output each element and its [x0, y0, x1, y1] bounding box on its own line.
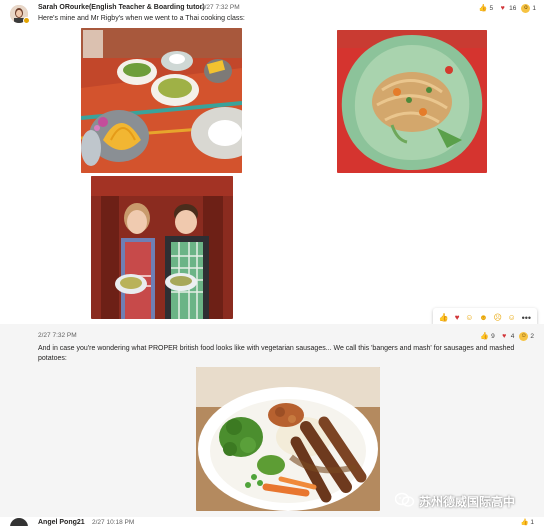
like-icon: 👍 [520, 519, 529, 526]
reaction-count: 16 [509, 5, 517, 12]
food-photo[interactable] [81, 28, 242, 173]
laugh-icon[interactable]: ☺ [465, 313, 473, 322]
message-text: Here's mine and Mr Rigby's when we went … [38, 15, 245, 22]
status-badge [23, 17, 30, 24]
couple-photo[interactable] [91, 176, 233, 319]
timestamp: 2/27 7:32 PM [201, 4, 240, 11]
reaction-count: 4 [510, 333, 515, 340]
reaction-like[interactable]: 👍 1 [520, 518, 534, 526]
more-options-icon[interactable]: ••• [522, 313, 531, 323]
heart-icon: ♥ [500, 5, 505, 12]
reaction-heart[interactable]: ♥ 4 [500, 332, 515, 341]
bangers-and-mash-photo[interactable] [196, 367, 380, 511]
reaction-count: 9 [491, 333, 495, 340]
avatar[interactable] [10, 518, 28, 526]
reaction-like[interactable]: 👍 5 [478, 4, 494, 13]
reaction-heart[interactable]: ♥ 16 [498, 4, 517, 13]
reaction-count: 2 [530, 333, 534, 340]
laugh-icon: ☺ [519, 332, 529, 341]
reaction-surprised[interactable]: o 1 [521, 4, 536, 13]
surprised-icon[interactable]: ☻ [479, 313, 487, 322]
message-text: And in case you're wondering what PROPER… [38, 345, 515, 362]
reaction-count: 1 [532, 5, 536, 12]
reaction-like[interactable]: 👍 9 [480, 332, 495, 341]
reaction-count: 1 [530, 519, 534, 526]
like-icon[interactable]: 👍 [439, 313, 449, 322]
watermark-text: 苏州德威国际高中 [419, 495, 516, 509]
timestamp: 2/27 10:18 PM [92, 519, 135, 526]
reaction-summary: 👍 5 ♥ 16 o 1 [479, 4, 536, 13]
timestamp: 2/27 7:32 PM [38, 332, 77, 339]
like-icon: 👍 [480, 333, 489, 340]
pad-thai-photo[interactable] [337, 30, 487, 173]
message-post-3: Angel Pong21 2/27 10:18 PM 👍 1 [0, 517, 544, 526]
wechat-icon [394, 492, 415, 511]
reaction-summary: 👍 9 ♥ 4 ☺ 2 [480, 332, 534, 341]
surprised-icon: o [521, 4, 531, 13]
watermark: 苏州德威国际高中 [394, 492, 516, 511]
sad-icon[interactable]: ☹ [493, 313, 501, 322]
author-name[interactable]: Sarah ORourke(English Teacher & Boarding… [38, 4, 205, 11]
heart-icon: ♥ [502, 333, 507, 340]
reaction-count: 5 [489, 5, 494, 12]
like-icon: 👍 [478, 5, 488, 12]
angry-icon[interactable]: ☺ [508, 313, 516, 322]
reaction-laugh[interactable]: ☺ 2 [519, 332, 534, 341]
author-name[interactable]: Angel Pong21 [38, 519, 85, 526]
heart-icon[interactable]: ♥ [455, 313, 460, 322]
message-post-1: Sarah ORourke(English Teacher & Boarding… [0, 0, 544, 327]
message-post-2: 2/27 7:32 PM 👍 9 ♥ 4 ☺ 2 And in case you… [0, 324, 544, 519]
